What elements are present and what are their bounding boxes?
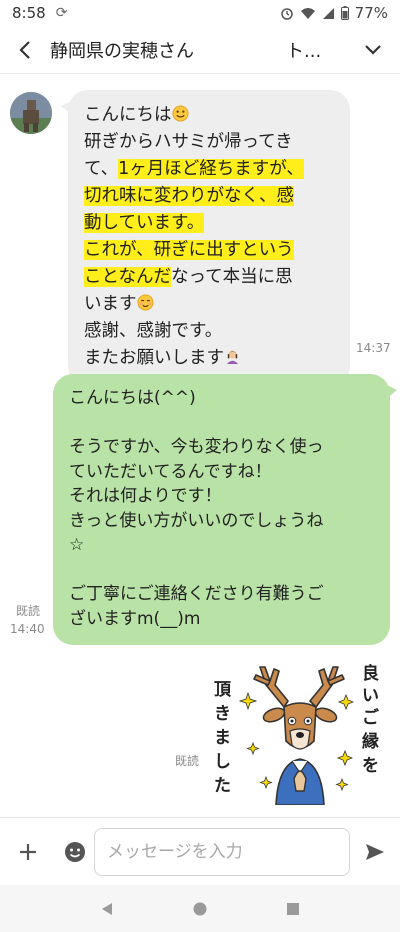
message-text: 研ぎからハサミが帰ってき (84, 132, 293, 152)
incoming-message-time: 14:37 (356, 341, 391, 355)
message-line: きっと使い方がいいのでしょうね (69, 510, 324, 531)
highlighted-text: これが、研ぎに出すという (84, 240, 294, 260)
send-button[interactable] (350, 824, 400, 880)
status-bar: 8:58 ⟳ 77% (0, 0, 400, 26)
message-line: います (84, 291, 336, 318)
read-receipt: 既読 (16, 604, 41, 618)
wifi-icon (300, 7, 315, 19)
square-recents-icon (287, 902, 300, 915)
message-input[interactable] (94, 827, 350, 876)
message-text: またお願いします (84, 348, 224, 368)
battery-icon (340, 6, 349, 20)
sticker-text-right: 良 い ご 縁 を (362, 663, 385, 776)
message-line: ☆ (69, 535, 85, 555)
highlighted-text: ことなんだ (84, 267, 171, 287)
message-line: 動しています。 (84, 210, 336, 237)
circle-home-icon (193, 902, 207, 915)
message-line: 研ぎからハサミが帰ってき (84, 129, 336, 156)
triangle-back-icon (101, 902, 112, 915)
add-attachment-button[interactable] (0, 824, 56, 880)
deer-sticker[interactable]: 良 い ご 縁 を 頂 き ま し た (208, 655, 392, 805)
highlighted-text: 切れ味に変わりがなく、感 (84, 186, 294, 206)
message-line: て、1ヶ月ほど経ちますが、 (84, 156, 336, 183)
message-line: 切れ味に変わりがなく、感 (84, 183, 336, 210)
message-text: なって本当に思 (170, 267, 293, 287)
message-text: 感謝、感謝です。 (84, 321, 223, 341)
signal-icon (322, 7, 334, 19)
plus-icon (20, 843, 36, 860)
nav-home-button[interactable] (180, 889, 220, 929)
incoming-message-bubble[interactable]: こんにちは 研ぎからハサミが帰ってき て、1ヶ月ほど経ちますが、 切れ味に変わり… (61, 90, 350, 386)
back-button[interactable] (0, 26, 50, 74)
message-line: これが、研ぎに出すという (84, 237, 336, 264)
outgoing-message-time: 14:40 (10, 622, 45, 636)
message-line: ざいますm(__)m (69, 608, 201, 629)
emoji-face-icon (65, 841, 85, 862)
chat-area[interactable]: こんにちは 研ぎからハサミが帰ってき て、1ヶ月ほど経ちますが、 切れ味に変わり… (0, 75, 400, 817)
highlighted-text: 動しています。 (84, 213, 205, 233)
sticker-read-receipt: 既読 (175, 754, 200, 768)
message-text: こんにちは (84, 105, 172, 125)
message-line: そうですか、今も変わりなく使っ (69, 437, 324, 457)
chat-title-extra: ト... (286, 40, 322, 62)
status-time: 8:58 (12, 4, 46, 22)
nav-recents-button[interactable] (273, 889, 313, 929)
message-line: それは何よりです！ (69, 486, 222, 506)
message-line (69, 558, 376, 583)
blush-emoji-icon (136, 294, 154, 311)
chat-header: 静岡県の実穂さん ト... (0, 26, 400, 74)
battery-percent: 77% (354, 4, 388, 22)
message-line: ご丁寧にご連絡くださり有難うご (69, 584, 324, 604)
message-line: こんにちは(^^) (69, 388, 196, 408)
highlighted-text: 1ヶ月ほど経ちますが、 (118, 159, 304, 179)
chat-title[interactable]: 静岡県の実穂さん (50, 37, 286, 63)
chevron-down-icon (365, 44, 381, 55)
system-nav-bar (0, 885, 400, 932)
outgoing-message-bubble[interactable]: こんにちは(^^) そうですか、今も変わりなく使っ ていただいてるんですね！ そ… (53, 374, 397, 645)
emoji-button[interactable] (56, 824, 94, 880)
sticker-text-left: 頂 き ま し た (214, 680, 237, 796)
send-icon (366, 843, 384, 860)
message-line (69, 411, 376, 436)
smile-emoji-icon (171, 105, 189, 122)
chevron-left-icon (19, 40, 30, 59)
sync-icon: ⟳ (55, 5, 68, 21)
message-line: 感謝、感謝です。 (84, 318, 336, 345)
menu-toggle-button[interactable] (346, 26, 400, 74)
message-line: またお願いします (84, 345, 336, 372)
avatar[interactable] (10, 92, 52, 134)
message-line: ていただいてるんですね！ (69, 461, 272, 482)
message-line: ことなんだなって本当に思 (84, 264, 336, 291)
message-line: こんにちは (84, 102, 336, 129)
message-text: います (84, 294, 137, 314)
message-composer (0, 817, 400, 885)
nav-back-button[interactable] (87, 889, 127, 929)
bowing-woman-emoji-icon (226, 350, 239, 365)
message-text: て、 (84, 159, 119, 179)
alarm-icon (280, 8, 293, 20)
status-icons: 77% (280, 4, 388, 22)
